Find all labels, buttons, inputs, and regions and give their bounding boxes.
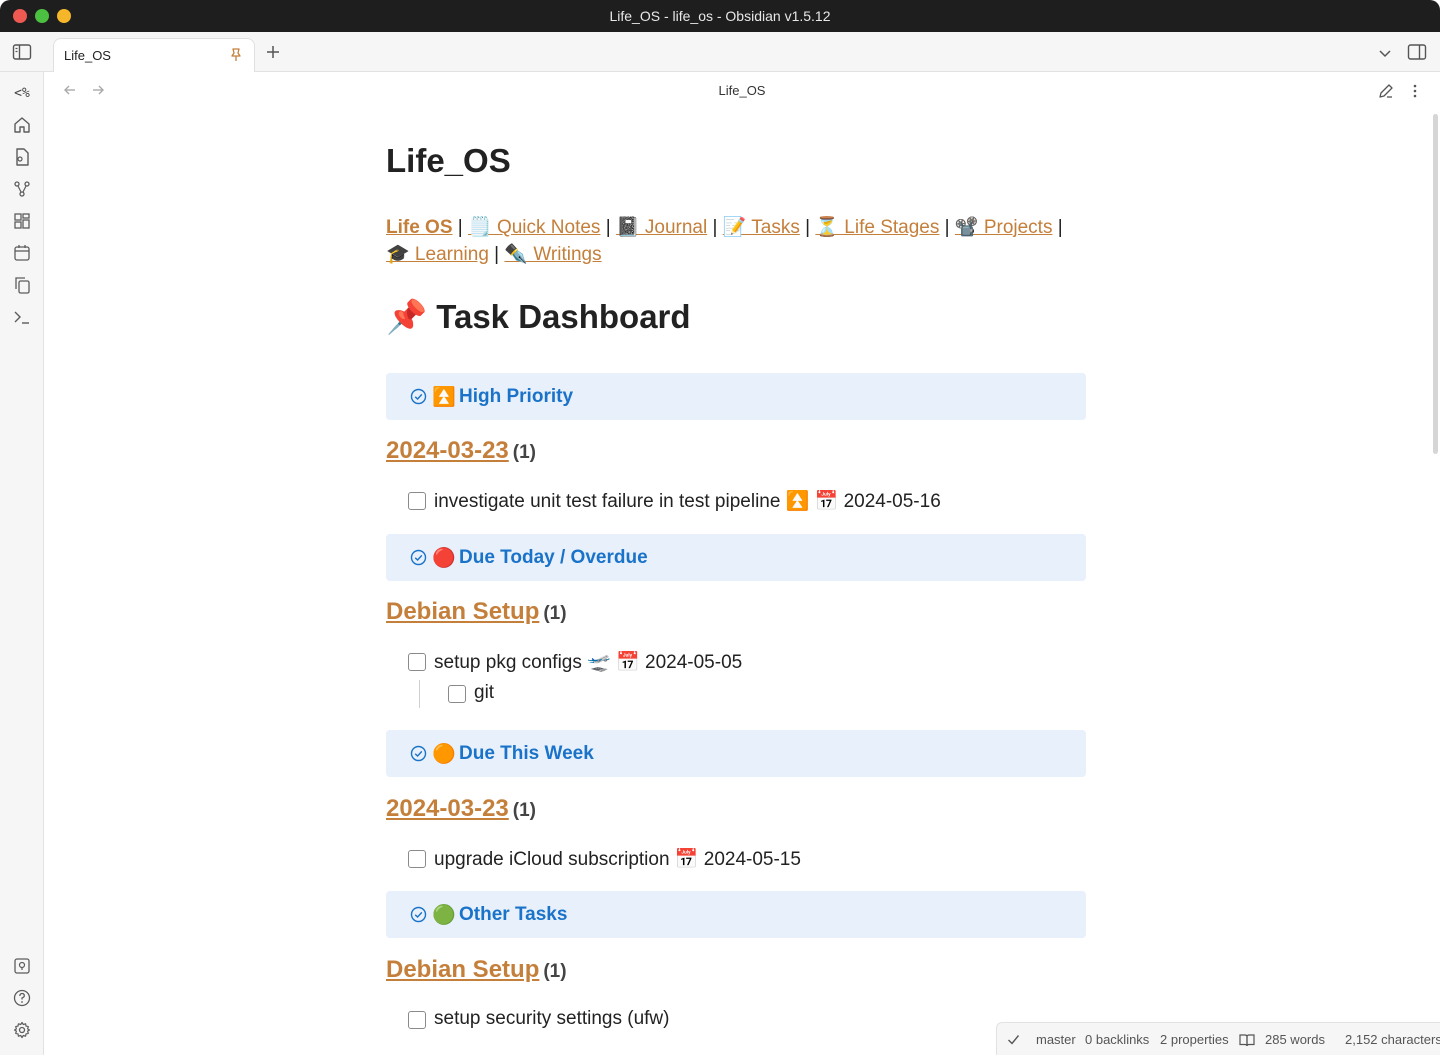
- callout-title: Due This Week: [459, 743, 594, 764]
- tab-bar: Life_OS: [0, 32, 1440, 73]
- indent-guide: [419, 680, 420, 708]
- task-checkbox[interactable]: [448, 685, 466, 703]
- vault-switcher-icon[interactable]: [12, 956, 32, 976]
- properties-count[interactable]: 2 properties: [1160, 1032, 1229, 1047]
- separator: |: [494, 244, 500, 265]
- task-checkbox[interactable]: [408, 492, 426, 510]
- circle-check-icon: [410, 745, 427, 762]
- character-count: 2,152 characters: [1345, 1032, 1440, 1047]
- callout-title: Other Tasks: [459, 904, 568, 925]
- status-bar: master 0 backlinks 2 properties 285 word…: [996, 1022, 1440, 1055]
- separator: |: [457, 217, 463, 238]
- more-options-icon[interactable]: [1406, 82, 1424, 100]
- callout-high-priority[interactable]: ⏫ High Priority: [386, 373, 1086, 420]
- graph-view-icon[interactable]: [12, 179, 32, 199]
- circle-check-icon: [410, 388, 427, 405]
- group-link[interactable]: 2024-03-23: [386, 437, 509, 464]
- nav-links: Life OS | 🗒️ Quick Notes | 📓 Journal | 📝…: [386, 214, 1086, 268]
- group-heading: 2024-03-23 (1): [386, 795, 536, 823]
- task-dashboard-heading: 📌 Task Dashboard: [386, 298, 691, 335]
- separator: |: [605, 217, 611, 238]
- backlinks-count[interactable]: 0 backlinks: [1085, 1032, 1149, 1047]
- group-link[interactable]: 2024-03-23: [386, 795, 509, 822]
- separator: |: [944, 217, 950, 238]
- task-text: upgrade iCloud subscription 📅 2024-05-15: [434, 849, 801, 870]
- group-link[interactable]: Debian Setup: [386, 956, 539, 983]
- callout-other-tasks[interactable]: 🟢 Other Tasks: [386, 891, 1086, 938]
- window-title: Life_OS - life_os - Obsidian v1.5.12: [609, 8, 831, 24]
- task-checkbox[interactable]: [408, 850, 426, 868]
- circle-check-icon: [410, 906, 427, 923]
- circle-check-icon: [410, 549, 427, 566]
- window-titlebar: Life_OS - life_os - Obsidian v1.5.12: [0, 0, 1440, 32]
- calendar-icon[interactable]: [12, 243, 32, 263]
- home-icon[interactable]: [12, 115, 32, 135]
- green-circle-icon: 🟢: [432, 905, 456, 926]
- callout-title: High Priority: [459, 386, 574, 407]
- right-sidebar-toggle-icon[interactable]: [1407, 43, 1427, 61]
- scrollbar-thumb[interactable]: [1433, 114, 1438, 454]
- nav-link-journal[interactable]: 📓 Journal: [616, 217, 707, 238]
- pencil-icon[interactable]: [1377, 82, 1395, 100]
- nav-link-tasks[interactable]: 📝 Tasks: [723, 217, 800, 238]
- group-count: (1): [512, 800, 536, 821]
- separator: |: [712, 217, 718, 238]
- orange-circle-icon: 🟠: [432, 744, 456, 765]
- new-tab-icon[interactable]: [263, 42, 283, 62]
- tab-life-os[interactable]: Life_OS: [53, 38, 255, 73]
- group-count: (1): [543, 603, 567, 624]
- left-sidebar-toggle-icon[interactable]: [12, 43, 32, 61]
- view-title[interactable]: Life_OS: [44, 83, 1440, 98]
- task-text: setup pkg configs 🛫 📅 2024-05-05: [434, 652, 743, 673]
- nav-link-life-os[interactable]: Life OS: [386, 217, 453, 238]
- task-checkbox[interactable]: [408, 653, 426, 671]
- nav-link-learning[interactable]: 🎓 Learning: [386, 244, 489, 265]
- check-icon[interactable]: [1007, 1033, 1020, 1046]
- group-heading: Debian Setup (1): [386, 598, 567, 626]
- nav-link-writings[interactable]: ✒️ Writings: [504, 244, 601, 265]
- help-icon[interactable]: [12, 988, 32, 1008]
- callout-due-this-week[interactable]: 🟠 Due This Week: [386, 730, 1086, 777]
- group-link[interactable]: Debian Setup: [386, 598, 539, 625]
- file-switch-icon[interactable]: [12, 147, 32, 167]
- pin-icon[interactable]: [228, 47, 244, 63]
- tab-label: Life_OS: [64, 48, 111, 63]
- chevron-down-icon[interactable]: [1376, 44, 1394, 62]
- settings-gear-icon[interactable]: [12, 1020, 32, 1040]
- group-count: (1): [512, 442, 536, 463]
- book-open-icon[interactable]: [1239, 1033, 1255, 1047]
- task-checkbox[interactable]: [408, 1011, 426, 1029]
- templater-icon[interactable]: <%: [12, 83, 32, 103]
- ribbon: <%: [0, 72, 44, 1055]
- view-header: Life_OS: [44, 72, 1440, 110]
- nav-link-quick-notes[interactable]: 🗒️ Quick Notes: [468, 217, 600, 238]
- terminal-icon[interactable]: [12, 307, 32, 327]
- task-text: investigate unit test failure in test pi…: [434, 491, 941, 512]
- group-count: (1): [543, 961, 567, 982]
- group-heading: Debian Setup (1): [386, 956, 567, 984]
- word-count: 285 words: [1265, 1032, 1325, 1047]
- task-text: setup security settings (ufw): [434, 1008, 670, 1029]
- nav-link-projects[interactable]: 📽️ Projects: [955, 217, 1053, 238]
- canvas-icon[interactable]: [12, 211, 32, 231]
- group-heading: 2024-03-23 (1): [386, 437, 536, 465]
- separator: |: [1057, 217, 1063, 238]
- priority-icon: ⏫: [432, 387, 456, 408]
- nav-link-life-stages[interactable]: ⏳ Life Stages: [815, 217, 939, 238]
- git-branch[interactable]: master: [1036, 1032, 1076, 1047]
- separator: |: [805, 217, 811, 238]
- note-title[interactable]: Life_OS: [386, 142, 511, 180]
- callout-title: Due Today / Overdue: [459, 547, 648, 568]
- callout-due-today[interactable]: 🔴 Due Today / Overdue: [386, 534, 1086, 581]
- task-text: git: [474, 682, 495, 703]
- red-circle-icon: 🔴: [432, 548, 456, 569]
- copy-icon[interactable]: [12, 275, 32, 295]
